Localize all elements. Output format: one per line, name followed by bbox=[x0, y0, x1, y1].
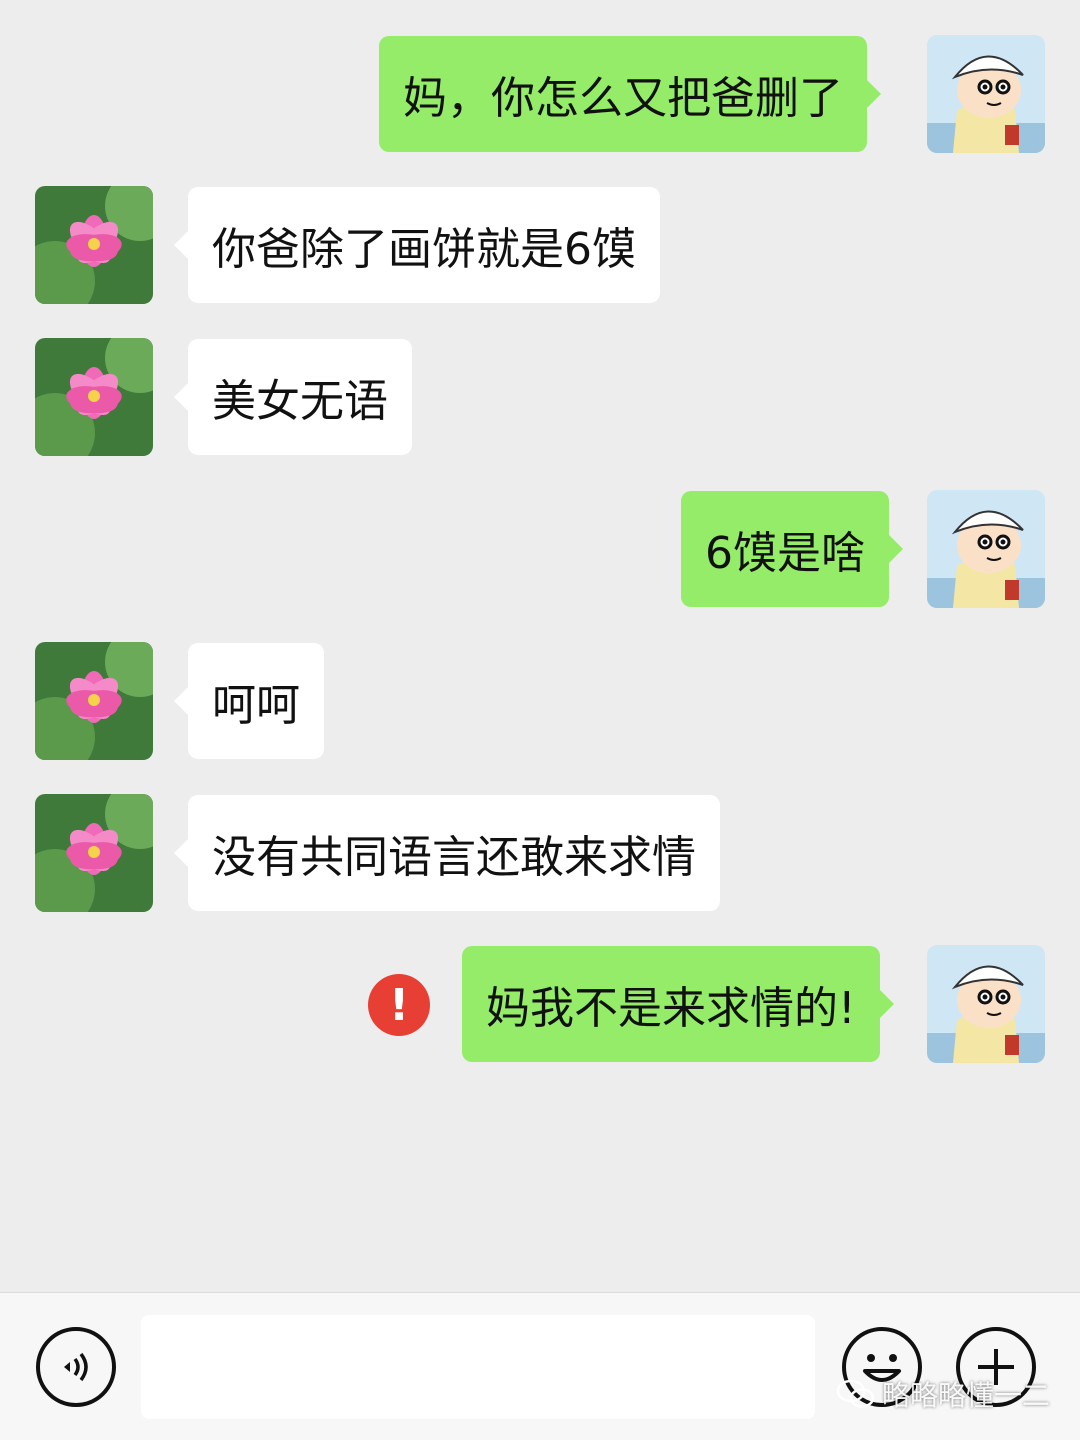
input-bar bbox=[0, 1292, 1080, 1440]
message-text: 美女无语 bbox=[212, 376, 388, 427]
message-text: 呵呵 bbox=[212, 680, 300, 731]
contact-avatar[interactable] bbox=[35, 642, 153, 760]
message-text: 妈，你怎么又把爸删了 bbox=[403, 73, 843, 124]
error-symbol: ! bbox=[388, 979, 410, 1031]
contact-avatar[interactable] bbox=[35, 338, 153, 456]
message-text: 没有共同语言还敢来求情 bbox=[212, 832, 696, 883]
self-avatar[interactable] bbox=[927, 490, 1045, 608]
contact-avatar[interactable] bbox=[35, 794, 153, 912]
message-bubble-sent[interactable]: 妈我不是来求情的! bbox=[462, 946, 894, 1062]
message-text: 你爸除了画饼就是6馍 bbox=[212, 224, 636, 275]
message-bubble-received[interactable]: 你爸除了画饼就是6馍 bbox=[174, 187, 660, 303]
watermark-text: 略略略懂一二 bbox=[882, 1379, 1051, 1412]
message-bubble-received[interactable]: 呵呵 bbox=[174, 643, 324, 759]
message-bubble-sent[interactable]: 妈，你怎么又把爸删了 bbox=[379, 36, 881, 152]
send-failed-icon[interactable]: ! bbox=[368, 974, 430, 1036]
contact-avatar[interactable] bbox=[35, 186, 153, 304]
message-text: 妈我不是来求情的! bbox=[486, 983, 856, 1034]
cartoon-boy-icon bbox=[927, 945, 1045, 1063]
cartoon-boy-icon bbox=[927, 490, 1045, 608]
wechat-icon bbox=[836, 1379, 875, 1408]
lotus-flower-icon bbox=[35, 794, 153, 912]
self-avatar[interactable] bbox=[927, 35, 1045, 153]
message-input[interactable] bbox=[141, 1315, 815, 1419]
message-text: 6馍是啥 bbox=[705, 528, 865, 579]
lotus-flower-icon bbox=[35, 338, 153, 456]
cartoon-boy-icon bbox=[927, 35, 1045, 153]
message-bubble-sent[interactable]: 6馍是啥 bbox=[681, 491, 903, 607]
watermark: 略略略懂一二 bbox=[836, 1374, 1050, 1414]
voice-icon bbox=[64, 1352, 88, 1382]
message-bubble-received[interactable]: 美女无语 bbox=[174, 339, 412, 455]
voice-button[interactable] bbox=[36, 1327, 116, 1407]
lotus-flower-icon bbox=[35, 186, 153, 304]
lotus-flower-icon bbox=[35, 642, 153, 760]
chat-area: 妈，你怎么又把爸删了 你爸除了画饼就是6馍 美女无语 6馍是啥 呵呵 没有共同语… bbox=[0, 0, 1080, 1290]
message-bubble-received[interactable]: 没有共同语言还敢来求情 bbox=[174, 795, 720, 911]
self-avatar[interactable] bbox=[927, 945, 1045, 1063]
